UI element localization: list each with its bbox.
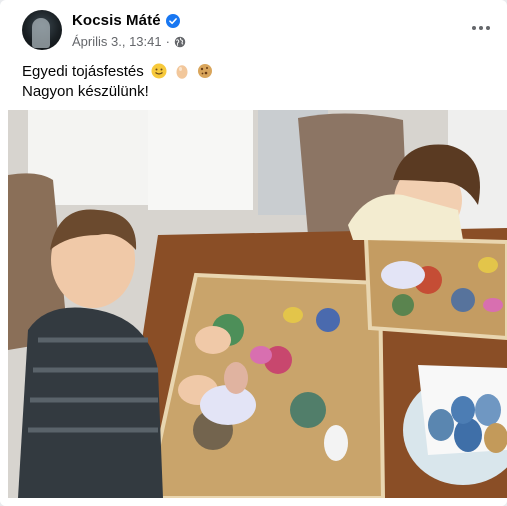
photo-illustration	[8, 110, 507, 498]
post-text-caption: Egyedi tojásfestés	[22, 63, 144, 80]
post-meta: Április 3., 13:41 ·	[72, 34, 186, 49]
post-text: Egyedi tojásfestés Nagyon készülünk!	[22, 62, 485, 102]
author-row: Kocsis Máté	[72, 12, 180, 29]
globe-icon[interactable]	[174, 36, 186, 48]
egg-emoji	[176, 65, 188, 79]
post-timestamp[interactable]: Április 3., 13:41	[72, 34, 162, 49]
author-avatar[interactable]	[22, 10, 62, 50]
more-options-icon[interactable]	[469, 16, 493, 40]
verified-badge-icon	[165, 13, 180, 28]
post-header: Kocsis Máté Április 3., 13:41 ·	[22, 10, 497, 54]
facebook-post: Kocsis Máté Április 3., 13:41 · Egyedi t…	[0, 0, 507, 506]
post-footer-gap	[0, 498, 507, 506]
post-text-line-1: Egyedi tojásfestés	[22, 62, 485, 82]
post-text-line-2: Nagyon készülünk!	[22, 83, 149, 100]
meta-separator: ·	[165, 34, 170, 49]
author-name[interactable]: Kocsis Máté	[72, 12, 161, 29]
smiley-face-emoji	[151, 63, 167, 79]
cookie-emoji	[198, 64, 213, 78]
post-photo[interactable]	[8, 110, 507, 498]
